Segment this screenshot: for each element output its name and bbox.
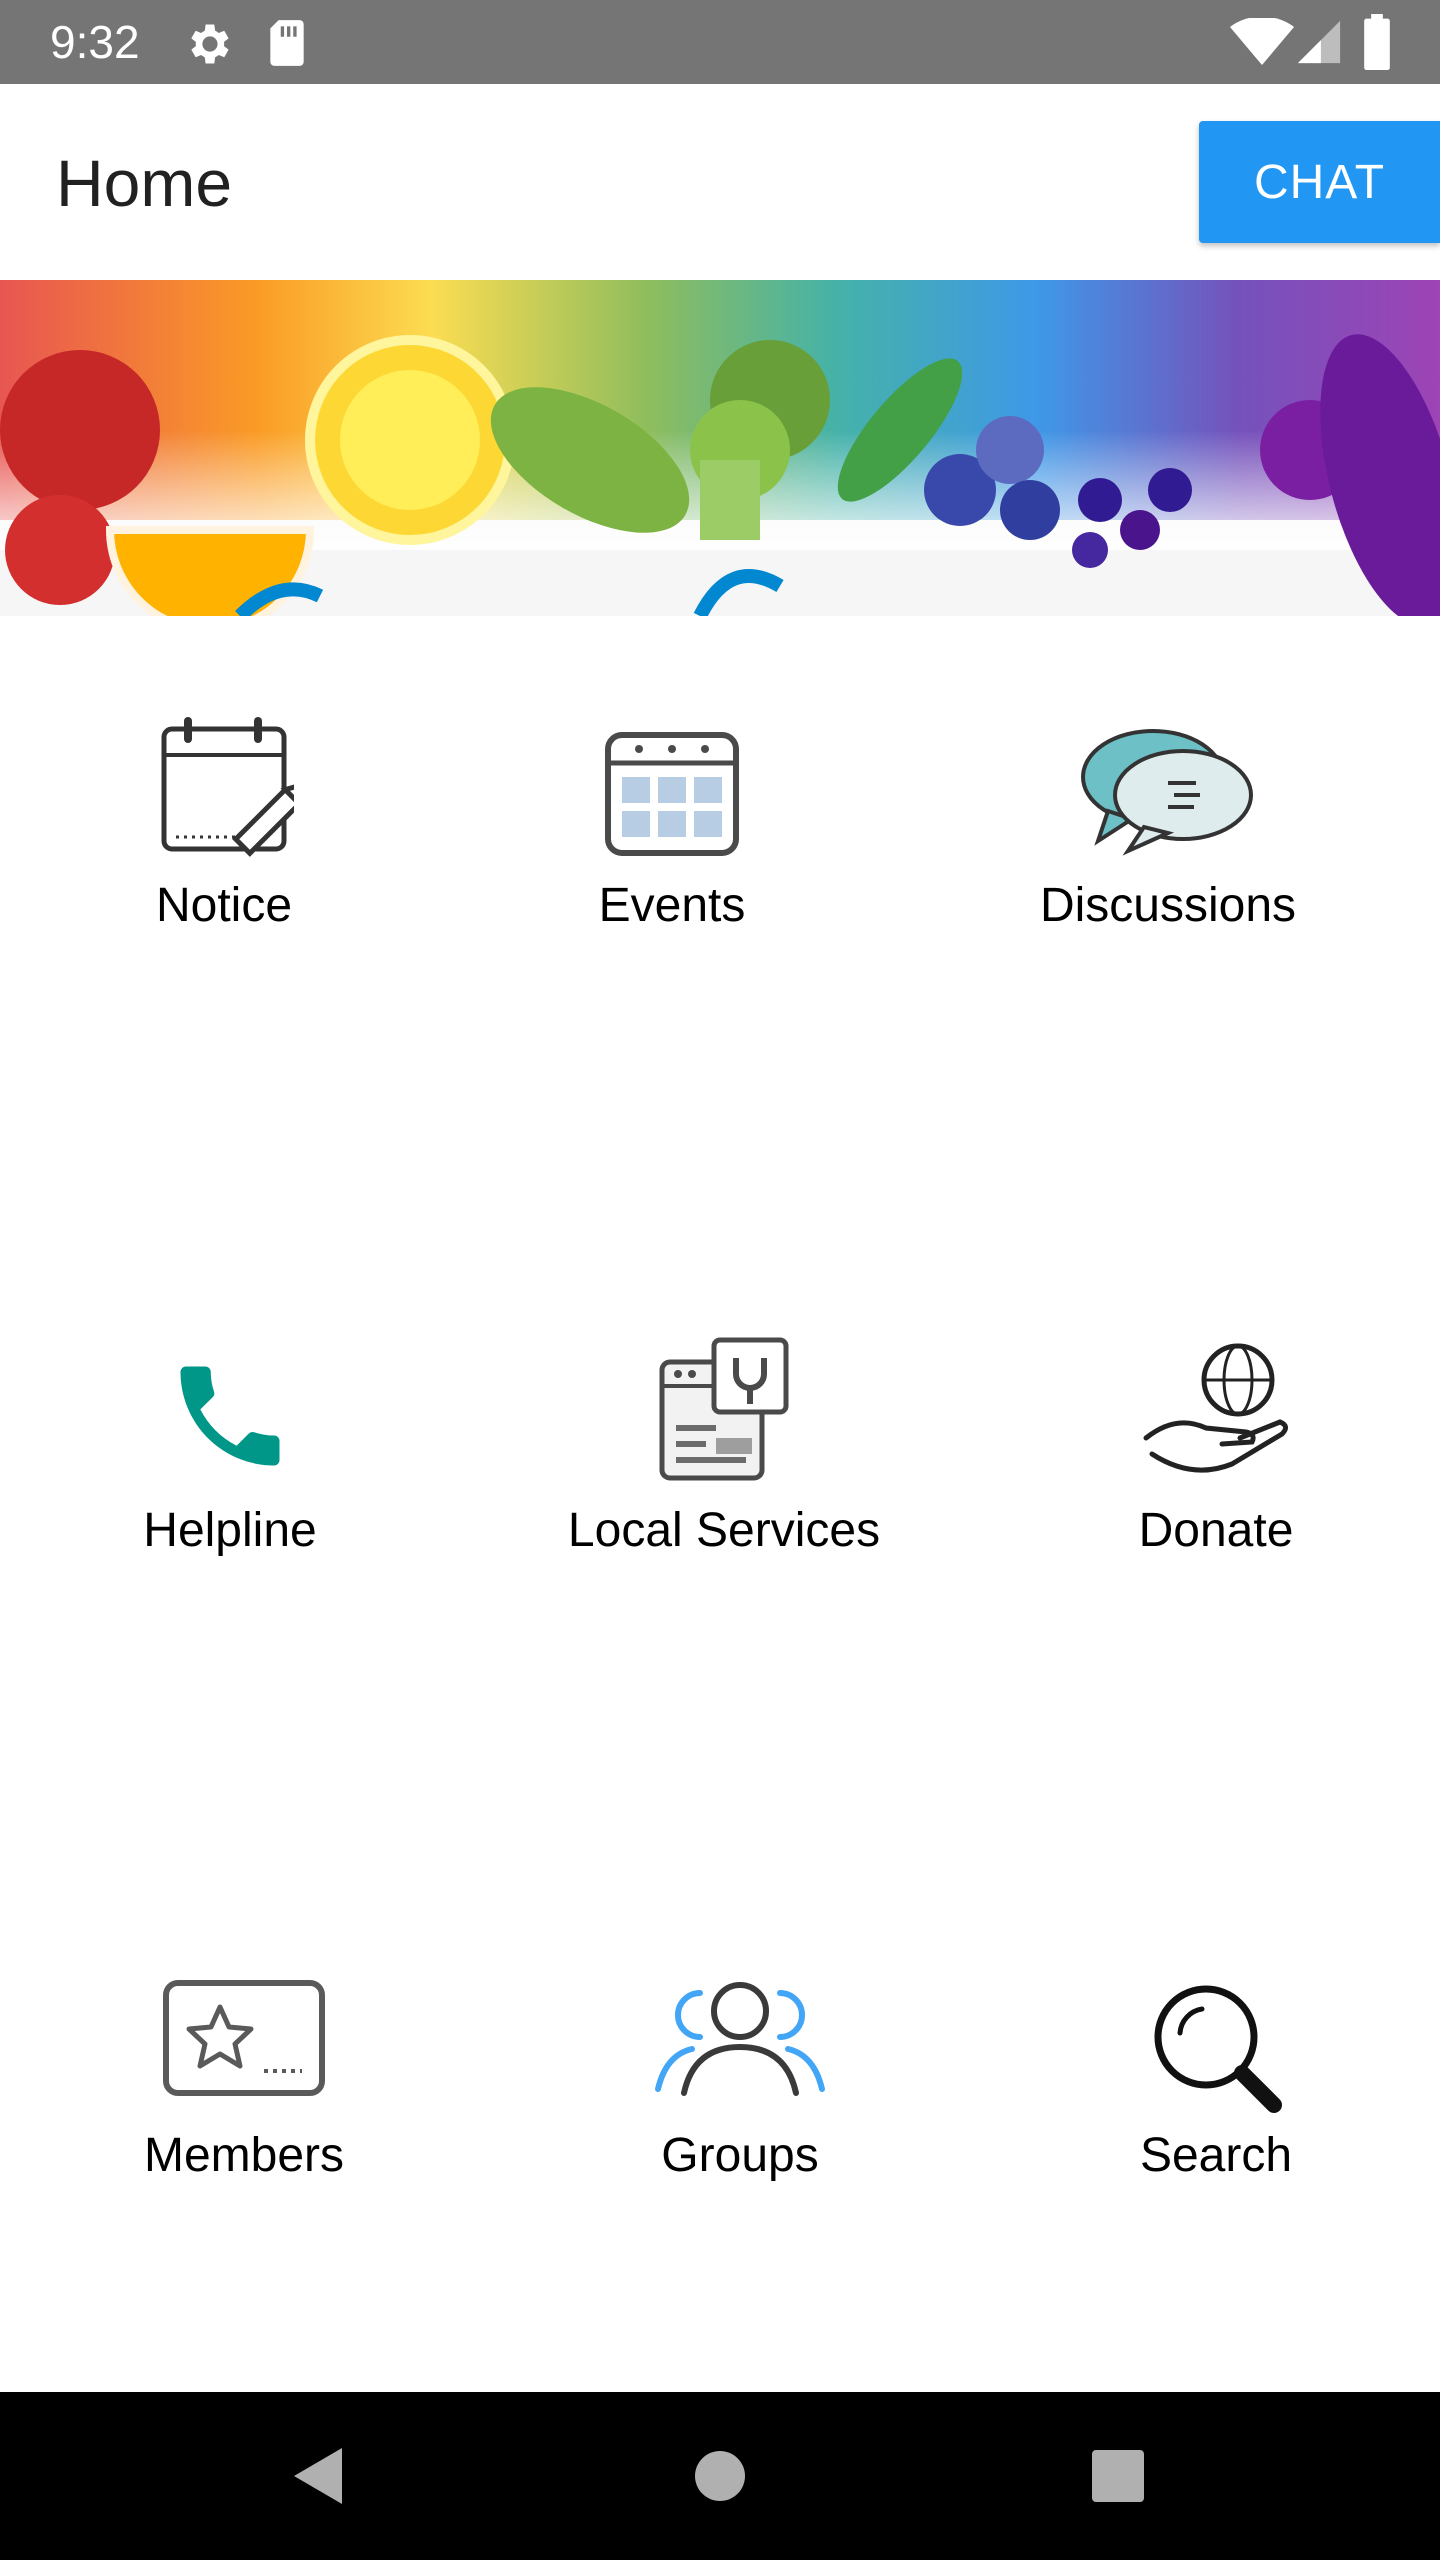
menu-item-label: Local Services — [567, 1504, 881, 1557]
menu-item-label: Events — [598, 879, 746, 932]
members-star-card-icon — [163, 1980, 325, 2096]
menu-item-search[interactable]: Search — [976, 1965, 1440, 2195]
banner-image — [0, 280, 1440, 616]
menu-item-label: Members — [143, 2129, 345, 2182]
back-icon[interactable] — [290, 2446, 346, 2506]
notice-calendar-pencil-icon — [161, 717, 294, 857]
local-services-icon — [659, 1337, 789, 1481]
menu-item-label: Donate — [1138, 1504, 1294, 1557]
discussions-chat-bubbles-icon — [1081, 729, 1253, 856]
donate-hand-globe-icon — [1143, 1343, 1288, 1473]
menu-item-helpline[interactable]: Helpline — [0, 1340, 470, 1570]
status-time: 9:32 — [50, 16, 140, 68]
menu-item-label: Search — [1139, 2129, 1293, 2182]
menu-item-label: Notice — [155, 879, 293, 932]
menu-item-groups[interactable]: Groups — [500, 1965, 980, 2195]
menu-item-members[interactable]: Members — [4, 1965, 484, 2195]
battery-icon — [1364, 14, 1390, 70]
menu-item-label: Discussions — [1039, 879, 1297, 932]
phone-icon — [180, 1366, 280, 1466]
system-nav-bar — [0, 2392, 1440, 2560]
menu-item-notice[interactable]: Notice — [0, 715, 464, 945]
wifi-icon — [1230, 18, 1294, 65]
signal-icon — [1297, 20, 1341, 64]
menu-item-events[interactable]: Events — [432, 715, 912, 945]
gear-icon — [191, 24, 229, 64]
menu-item-label: Helpline — [143, 1504, 317, 1557]
menu-item-label: Groups — [661, 2129, 819, 2182]
groups-people-icon — [655, 1982, 825, 2096]
menu-item-discussions[interactable]: Discussions — [928, 715, 1408, 945]
menu-item-donate[interactable]: Donate — [976, 1340, 1440, 1570]
app-bar: Home CHAT — [0, 84, 1440, 280]
sd-card-icon — [270, 20, 304, 66]
page-title: Home — [56, 146, 233, 220]
chat-button[interactable]: CHAT — [1199, 121, 1440, 243]
recents-icon[interactable] — [1092, 2450, 1144, 2502]
home-icon[interactable] — [694, 2450, 746, 2502]
status-bar: 9:32 — [0, 0, 1440, 84]
menu-item-local-services[interactable]: Local Services — [484, 1337, 964, 1570]
search-icon — [1154, 1985, 1282, 2113]
events-calendar-icon — [605, 732, 739, 856]
